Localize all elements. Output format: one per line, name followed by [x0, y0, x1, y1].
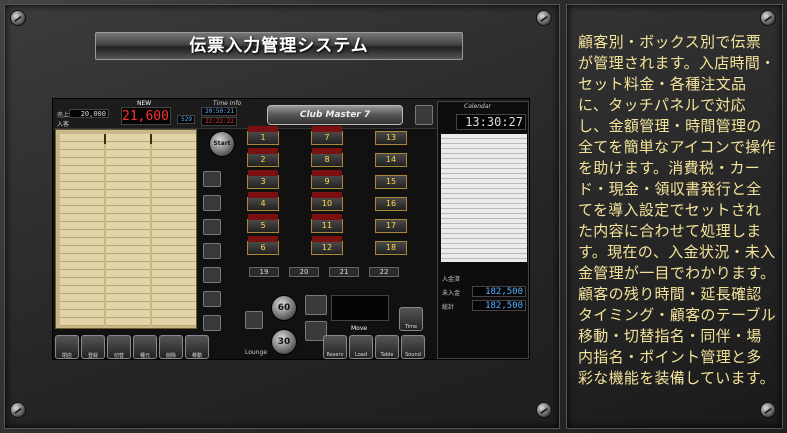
frame: 伝票入力管理システム 顧客別・ボックス別で伝票が管理されます。入店時間・セット料… — [0, 0, 787, 433]
table-button-17[interactable]: 17 — [375, 219, 407, 233]
food-icon[interactable] — [203, 291, 221, 307]
reserv-button[interactable]: Reserv — [323, 335, 347, 359]
total-payment-display: 182,500 — [472, 300, 526, 311]
tool-origin-button[interactable]: 種元 — [133, 335, 157, 359]
slip-column — [60, 134, 104, 326]
slip-column — [106, 134, 150, 326]
calendar-panel: Calendar 13:30:27 入金済 未入金 182,500 総計 182… — [437, 101, 529, 359]
table-button-5[interactable]: 5 — [247, 214, 279, 233]
sound-button[interactable]: Sound — [401, 335, 425, 359]
table-button-12[interactable]: 12 — [311, 236, 343, 255]
app-logo: Club Master 7 — [267, 105, 403, 125]
table-button-20[interactable]: 20 — [289, 267, 319, 277]
table-button-3[interactable]: 3 — [247, 170, 279, 189]
total-label: 総計 — [442, 304, 455, 311]
app-screenshot: 売上 入客 20,000 21,600 NEW 529 Time Info 20… — [52, 98, 530, 360]
drink-icon[interactable] — [203, 219, 221, 235]
table-button-9[interactable]: 9 — [311, 170, 343, 189]
unpaid-label: 未入金 — [442, 290, 461, 297]
lounge-label: Lounge — [245, 349, 268, 356]
calendar-label: Calendar — [464, 103, 491, 110]
tool-register-button[interactable]: 登録 — [81, 335, 105, 359]
arrow-up-icon[interactable] — [305, 295, 327, 315]
screw-icon — [10, 10, 26, 26]
visitors-label: 入客 — [57, 121, 70, 128]
table-button-21[interactable]: 21 — [329, 267, 359, 277]
table-button-13[interactable]: 13 — [375, 131, 407, 145]
description-text: 顧客別・ボックス別で伝票が管理されます。入店時間・セット料金・各種注文品に、タッ… — [578, 33, 777, 387]
time-display: 22:22:22 — [201, 117, 237, 126]
table-button-16[interactable]: 16 — [375, 197, 407, 211]
screen-button[interactable] — [415, 105, 433, 125]
guest-photo[interactable] — [203, 195, 221, 211]
screw-icon — [760, 402, 776, 418]
load-button[interactable]: Load — [349, 335, 373, 359]
screw-icon — [760, 10, 776, 26]
schedule-sheet — [441, 134, 527, 262]
sales-label: 売上 — [57, 112, 70, 119]
count-display: 529 — [177, 115, 195, 124]
timer-30-button[interactable]: 30 — [271, 329, 297, 355]
bottle-icon[interactable] — [203, 267, 221, 283]
drink-icon[interactable] — [203, 243, 221, 259]
total-display: 21,600 — [121, 107, 171, 125]
guest-photo[interactable] — [203, 315, 221, 331]
table-button-4[interactable]: 4 — [247, 192, 279, 211]
time-button[interactable]: Time — [399, 307, 423, 331]
time-info-label: Time Info — [213, 100, 242, 107]
deposit-label: 入金済 — [442, 276, 461, 283]
screw-icon — [536, 10, 552, 26]
table-button-1[interactable]: 1 — [247, 126, 279, 145]
table-button-11[interactable]: 11 — [311, 214, 343, 233]
table-button-7[interactable]: 7 — [311, 126, 343, 145]
unpaid-display: 182,500 — [472, 286, 526, 297]
screw-icon — [10, 402, 26, 418]
slip-panel — [55, 129, 197, 329]
table-button-2[interactable]: 2 — [247, 148, 279, 167]
date-display: 20:50:21 — [201, 107, 237, 116]
tool-close-button[interactable]: 閉店 — [55, 335, 79, 359]
tool-switch-button[interactable]: 切替 — [107, 335, 131, 359]
clock-display: 13:30:27 — [456, 114, 526, 130]
table-button-22[interactable]: 22 — [369, 267, 399, 277]
sales-display: 20,000 — [69, 109, 109, 118]
table-button-10[interactable]: 10 — [311, 192, 343, 211]
table-button-15[interactable]: 15 — [375, 175, 407, 189]
table-button-18[interactable]: 18 — [375, 241, 407, 255]
tool-delete-button[interactable]: 削除 — [159, 335, 183, 359]
table-button-6[interactable]: 6 — [247, 236, 279, 255]
tool-move-button[interactable]: 移動 — [185, 335, 209, 359]
timer-60-button[interactable]: 60 — [271, 295, 297, 321]
screw-icon — [536, 402, 552, 418]
table-button-14[interactable]: 14 — [375, 153, 407, 167]
start-button[interactable]: Start — [209, 131, 235, 157]
new-label: NEW — [137, 100, 152, 107]
table-tool-button[interactable]: Table — [375, 335, 399, 359]
guest-photo[interactable] — [203, 171, 221, 187]
move-label: Move — [351, 325, 368, 332]
table-button-19[interactable]: 19 — [249, 267, 279, 277]
slip-column — [152, 134, 196, 326]
table-button-8[interactable]: 8 — [311, 148, 343, 167]
page-title: 伝票入力管理システム — [95, 32, 463, 60]
order-summary — [331, 295, 389, 321]
staff-photo[interactable] — [245, 311, 263, 329]
